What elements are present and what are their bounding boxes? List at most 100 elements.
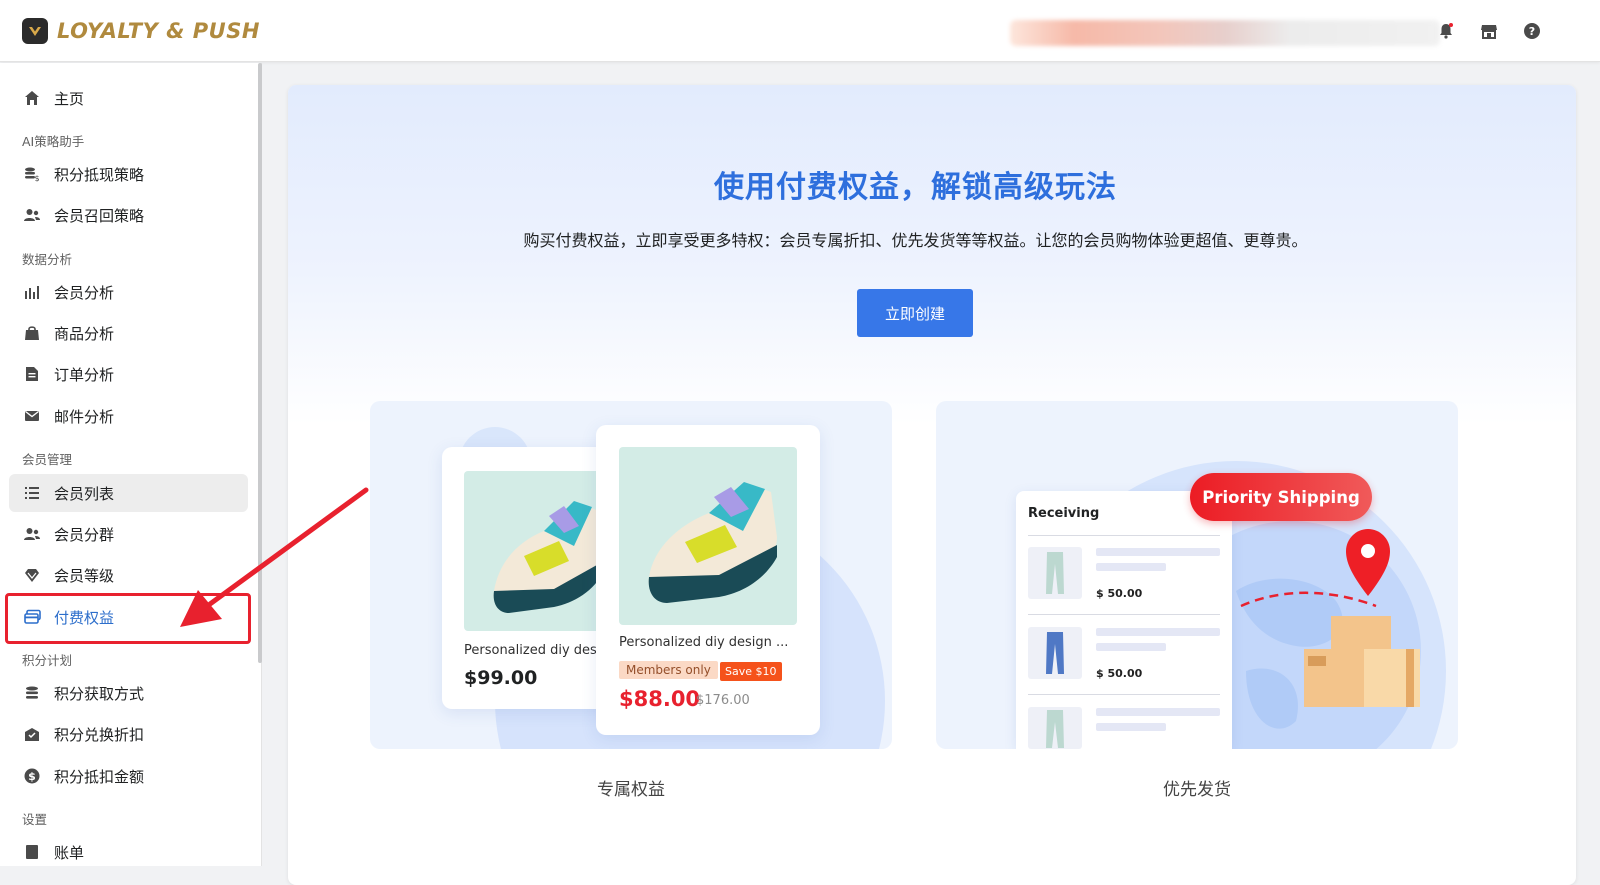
placeholder-bar	[1096, 548, 1220, 556]
exclusive-benefits-caption: 专属权益	[597, 780, 665, 800]
shoe-image	[619, 447, 797, 625]
sidebar-item-label: 会员分析	[54, 283, 115, 302]
sidebar-item-billing[interactable]: 账单	[9, 833, 248, 871]
sidebar-item-member-levels[interactable]: 会员等级	[9, 556, 248, 594]
sidebar-item-member-groups[interactable]: 会员分群	[9, 515, 248, 553]
discount-box-icon	[23, 725, 41, 743]
bar-chart-icon	[23, 283, 41, 301]
shopping-bag-icon	[23, 324, 41, 342]
account-info-blurred[interactable]	[1010, 20, 1440, 46]
document-icon	[23, 365, 41, 383]
jeans-icon	[1046, 632, 1064, 674]
stack-icon	[23, 684, 41, 702]
placeholder-bar	[1096, 708, 1220, 716]
dollar-circle-icon: $	[23, 767, 41, 785]
list-icon	[23, 484, 41, 502]
help-icon[interactable]: ?	[1522, 21, 1542, 41]
users-icon	[23, 206, 41, 224]
shoe-image	[464, 471, 614, 631]
brand-name: LOYALTY & PUSH	[57, 19, 260, 43]
product-card-back: Personalized diy design $99.00	[442, 447, 614, 709]
sidebar-item-member-list[interactable]: 会员列表	[9, 474, 248, 512]
sidebar-item-label: 订单分析	[54, 365, 115, 384]
sidebar-item-label: 账单	[54, 843, 85, 862]
highlight-box	[5, 593, 251, 644]
product-name: Personalized diy design	[464, 643, 604, 658]
sidebar-item-label: 会员召回策略	[54, 206, 145, 225]
store-icon[interactable]	[1479, 21, 1499, 41]
jeans-image	[1028, 627, 1082, 679]
placeholder-bar	[1096, 563, 1166, 571]
divider	[1028, 535, 1220, 536]
priority-shipping-card[interactable]: Receiving $ 50.00 $ 50.00 Priority Shipp…	[936, 401, 1458, 749]
sidebar-item-label: 积分抵扣金额	[54, 767, 145, 786]
sidebar-item-label: 积分兑换折扣	[54, 725, 145, 744]
placeholder-bar	[1096, 723, 1166, 731]
section-points-program: 积分计划	[22, 653, 73, 668]
home-icon	[23, 89, 41, 107]
coins-icon: $	[23, 165, 41, 183]
save-badge: Save $10	[720, 662, 782, 681]
sidebar-item-label: 商品分析	[54, 324, 115, 343]
mail-icon	[23, 407, 41, 425]
section-ai-strategy: AI策略助手	[22, 134, 85, 149]
section-member-management: 会员管理	[22, 452, 73, 467]
sidebar-item-label: 会员列表	[54, 484, 115, 503]
sidebar-item-label: 邮件分析	[54, 407, 115, 426]
placeholder-bar	[1096, 643, 1166, 651]
page-subtitle: 购买付费权益，立即享受更多特权：会员专属折扣、优先发货等等权益。让您的会员购物体…	[523, 231, 1308, 250]
original-price: $176.00	[696, 693, 750, 708]
section-settings: 设置	[22, 812, 48, 827]
sidebar-item-points-cash-strategy[interactable]: $ 积分抵现策略	[9, 155, 248, 193]
svg-text:$: $	[28, 770, 36, 783]
users-group-icon	[23, 525, 41, 543]
receiving-panel: Receiving $ 50.00 $ 50.00	[1016, 491, 1232, 749]
sidebar-item-points-deduct-amount[interactable]: $ 积分抵扣金额	[9, 757, 248, 795]
sidebar-item-member-recall-strategy[interactable]: 会员召回策略	[9, 196, 248, 234]
product-name: Personalized diy design ...	[619, 635, 789, 650]
sidebar-item-home[interactable]: 主页	[9, 79, 248, 117]
main-content: 使用付费权益，解锁高级玩法 购买付费权益，立即享受更多特权：会员专属折扣、优先发…	[288, 85, 1576, 885]
placeholder-bar	[1096, 628, 1220, 636]
sidebar-item-points-earn[interactable]: 积分获取方式	[9, 674, 248, 712]
pants-icon	[1046, 552, 1064, 594]
app-logo[interactable]: LOYALTY & PUSH	[22, 18, 260, 44]
page-title: 使用付费权益，解锁高级玩法	[714, 170, 1117, 205]
member-price: $88.00	[619, 687, 701, 711]
bell-icon[interactable]	[1436, 21, 1456, 41]
pants-image	[1028, 547, 1082, 599]
pants-icon	[1046, 710, 1064, 748]
sidebar-item-label: 积分抵现策略	[54, 165, 145, 184]
priority-shipping-badge: Priority Shipping	[1190, 473, 1372, 521]
sidebar-item-label: 主页	[54, 89, 85, 108]
hero-background	[288, 85, 1576, 425]
sidebar-item-member-analysis[interactable]: 会员分析	[9, 273, 248, 311]
logo-badge-icon	[22, 18, 48, 44]
shoe-icon	[493, 501, 604, 613]
billing-icon	[23, 843, 41, 861]
svg-text:?: ?	[1529, 25, 1535, 38]
product-price: $99.00	[464, 667, 538, 689]
item-price: $ 50.00	[1096, 667, 1143, 680]
sidebar-scrollbar[interactable]	[258, 63, 262, 663]
diamond-icon	[23, 566, 41, 584]
pants-image	[1028, 707, 1082, 749]
sidebar-item-label: 积分获取方式	[54, 684, 145, 703]
divider	[1028, 614, 1220, 615]
item-price: $ 50.00	[1096, 587, 1143, 600]
create-now-button[interactable]: 立即创建	[857, 289, 973, 337]
top-bar: LOYALTY & PUSH ?	[0, 0, 1600, 62]
sidebar-item-label: 会员分群	[54, 525, 115, 544]
divider	[1028, 694, 1220, 695]
receiving-title: Receiving	[1028, 506, 1100, 521]
exclusive-benefits-card[interactable]: Personalized diy design $99.00 Personali…	[370, 401, 892, 749]
sidebar-item-label: 会员等级	[54, 566, 115, 585]
product-card-front: Personalized diy design ... Members only…	[596, 425, 820, 735]
svg-text:$: $	[34, 174, 39, 182]
priority-shipping-caption: 优先发货	[1163, 780, 1231, 800]
sidebar-item-points-redeem-discount[interactable]: 积分兑换折扣	[9, 715, 248, 753]
section-data-analysis: 数据分析	[22, 252, 73, 267]
sidebar-item-product-analysis[interactable]: 商品分析	[9, 314, 248, 352]
sidebar-item-email-analysis[interactable]: 邮件分析	[9, 397, 248, 435]
sidebar-item-order-analysis[interactable]: 订单分析	[9, 355, 248, 393]
